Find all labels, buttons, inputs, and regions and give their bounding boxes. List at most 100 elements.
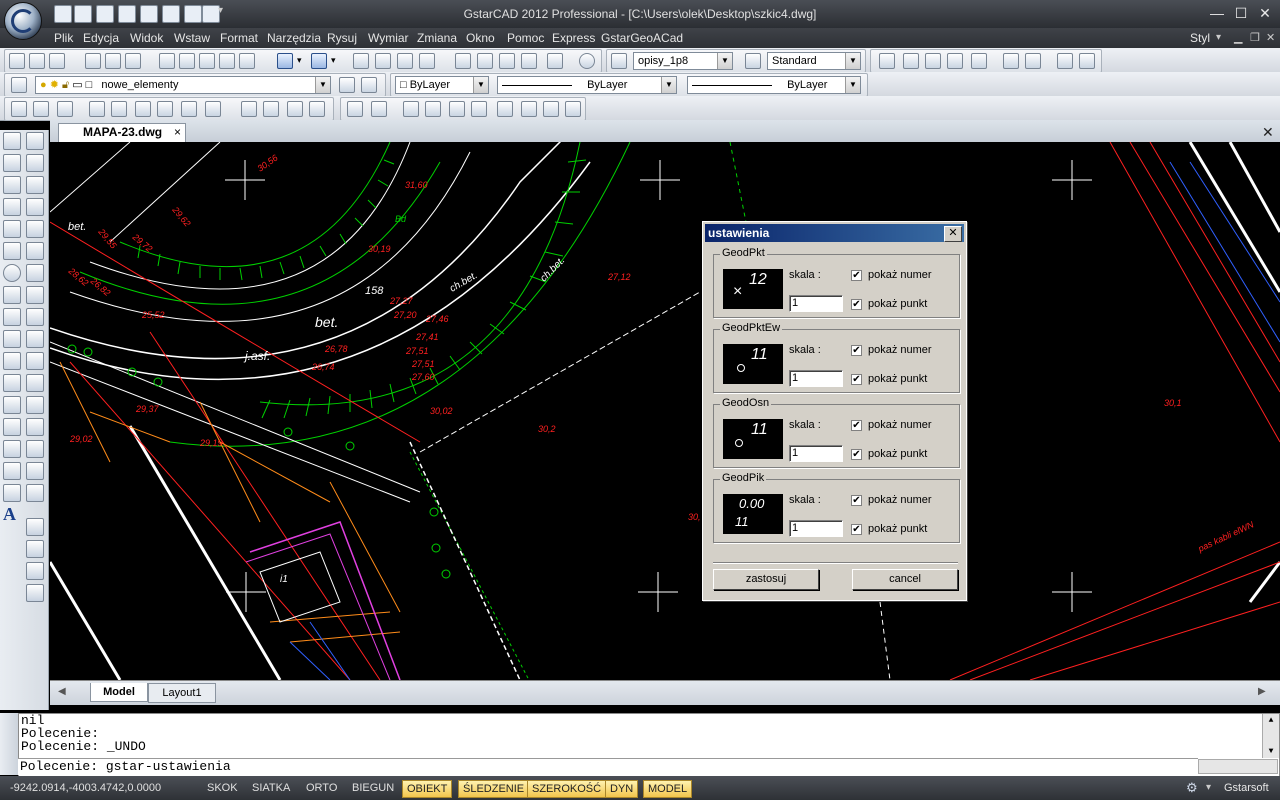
- print-preview-icon[interactable]: [105, 53, 121, 69]
- draw-order-icon[interactable]: [26, 518, 44, 536]
- menu-rysuj[interactable]: Rysuj: [327, 31, 357, 45]
- toggle-obiekt[interactable]: OBIEKT: [402, 780, 453, 798]
- show-point-checkbox[interactable]: ✔: [851, 524, 862, 535]
- polyline-icon[interactable]: [3, 176, 21, 194]
- menu-narzedzia[interactable]: Narzędzia: [267, 31, 321, 45]
- trim-icon[interactable]: [26, 330, 44, 348]
- menu-format[interactable]: Format: [220, 31, 258, 45]
- scale-input[interactable]: 1: [789, 295, 843, 312]
- tab-model[interactable]: Model: [90, 683, 148, 702]
- import-points-icon[interactable]: [347, 101, 363, 117]
- show-number-checkbox[interactable]: ✔: [851, 495, 862, 506]
- linetype-select[interactable]: ByLayer ▼: [497, 76, 677, 94]
- application-menu-button[interactable]: [4, 2, 42, 40]
- save-icon[interactable]: [49, 53, 65, 69]
- revision-cloud-icon[interactable]: [3, 286, 21, 304]
- publish-icon[interactable]: [184, 5, 202, 23]
- new-icon[interactable]: [9, 53, 25, 69]
- document-close-icon[interactable]: ✕: [1262, 124, 1274, 141]
- toggle-skok[interactable]: SKOK: [203, 780, 242, 796]
- command-line-handle[interactable]: [0, 713, 18, 775]
- mirror-icon[interactable]: [26, 176, 44, 194]
- array-icon[interactable]: [26, 220, 44, 238]
- table-icon[interactable]: [3, 484, 21, 502]
- menu-okno[interactable]: Okno: [466, 31, 495, 45]
- copy-icon[interactable]: [179, 53, 195, 69]
- tool-palettes-icon[interactable]: [499, 53, 515, 69]
- command-hscrollbar[interactable]: [1198, 759, 1278, 774]
- design-center-icon[interactable]: [477, 53, 493, 69]
- save-icon[interactable]: [96, 5, 114, 23]
- layer-select[interactable]: ● ✹ 🔓︎ ▭ □ nowe_elementy ▼: [35, 76, 331, 94]
- scale-input[interactable]: 1: [789, 445, 843, 462]
- xy-coordinate-icon[interactable]: [135, 101, 151, 117]
- toggle-biegun[interactable]: BIEGUN: [348, 780, 398, 796]
- text-style-select[interactable]: opisy_1p8 ▼: [633, 52, 733, 70]
- offset-measure-icon[interactable]: [89, 101, 105, 117]
- menu-wymiar[interactable]: Wymiar: [368, 31, 409, 45]
- point-ew-icon[interactable]: [425, 101, 441, 117]
- break-at-point-icon[interactable]: [26, 374, 44, 392]
- point-delete-icon[interactable]: [565, 101, 581, 117]
- scale-input[interactable]: 1: [789, 520, 843, 537]
- document-tab[interactable]: MAPA-23.dwg ×: [58, 123, 186, 142]
- menu-widok[interactable]: Widok: [130, 31, 163, 45]
- mdi-close-icon[interactable]: ✕: [1266, 31, 1275, 44]
- settings-icon[interactable]: [521, 101, 537, 117]
- perpendicular-icon[interactable]: [111, 101, 127, 117]
- elevation-icon[interactable]: [181, 101, 197, 117]
- print-icon[interactable]: [140, 5, 158, 23]
- print-icon[interactable]: [85, 53, 101, 69]
- make-block-icon[interactable]: [3, 396, 21, 414]
- bring-forward-icon[interactable]: [26, 540, 44, 558]
- zoom-out-icon[interactable]: [1025, 53, 1041, 69]
- copy-object-icon[interactable]: [26, 154, 44, 172]
- block-edit-icon[interactable]: [287, 101, 303, 117]
- arc-icon[interactable]: [3, 242, 21, 260]
- drawing-canvas[interactable]: 30,56 31,60 Bd bet. 29,62 29,55 29,72 30…: [50, 142, 1280, 680]
- point-dot-icon[interactable]: [497, 101, 513, 117]
- snap-point-icon[interactable]: [157, 101, 173, 117]
- menu-gstargeoacad[interactable]: GstarGeoACad: [601, 31, 683, 45]
- arc-return-icon[interactable]: [57, 101, 73, 117]
- zoom-all-icon[interactable]: [1057, 53, 1073, 69]
- color-select[interactable]: □ ByLayer ▼: [395, 76, 489, 94]
- zoom-dynamic-icon[interactable]: [903, 53, 919, 69]
- show-number-checkbox[interactable]: ✔: [851, 420, 862, 431]
- sheet-set-icon[interactable]: [521, 53, 537, 69]
- point-number-icon[interactable]: [403, 101, 419, 117]
- polyline-icon[interactable]: [11, 101, 27, 117]
- scroll-up-icon[interactable]: ▲: [1263, 714, 1279, 727]
- zoom-extents-icon[interactable]: [1079, 53, 1095, 69]
- status-menu-icon[interactable]: ▾: [1206, 782, 1211, 793]
- cancel-button[interactable]: cancel: [852, 569, 958, 590]
- toggle-sledzenie[interactable]: ŚLEDZENIE: [458, 780, 530, 798]
- toggle-siatka[interactable]: SIATKA: [248, 780, 294, 796]
- polygon-icon[interactable]: [3, 198, 21, 216]
- point-icon[interactable]: [3, 418, 21, 436]
- menu-wstaw[interactable]: Wstaw: [174, 31, 210, 45]
- menu-zmiana[interactable]: Zmiana: [417, 31, 457, 45]
- dim-style-select[interactable]: Standard ▼: [767, 52, 861, 70]
- zoom-realtime-icon[interactable]: [375, 53, 391, 69]
- lineweight-select[interactable]: ByLayer ▼: [687, 76, 861, 94]
- toggle-orto[interactable]: ORTO: [302, 780, 341, 796]
- erase-icon[interactable]: [26, 132, 44, 150]
- extend-icon[interactable]: [26, 352, 44, 370]
- explode-icon[interactable]: [26, 484, 44, 502]
- tab-layout1[interactable]: Layout1: [148, 683, 216, 703]
- building-icon[interactable]: [205, 101, 221, 117]
- ellipse-icon[interactable]: [3, 330, 21, 348]
- scroll-right-icon[interactable]: ▶: [1258, 686, 1266, 697]
- show-point-checkbox[interactable]: ✔: [851, 374, 862, 385]
- block-insert-icon[interactable]: [241, 101, 257, 117]
- point-osn-icon[interactable]: [449, 101, 465, 117]
- dialog-close-button[interactable]: ✕: [944, 226, 962, 242]
- send-under-icon[interactable]: [26, 584, 44, 602]
- rotate-icon[interactable]: [26, 264, 44, 282]
- scale-input[interactable]: 1: [789, 370, 843, 387]
- undo-icon[interactable]: [277, 53, 293, 69]
- style-menu[interactable]: Styl: [1190, 31, 1210, 45]
- undo-dropdown-icon[interactable]: ▾: [297, 55, 302, 66]
- block-editor-icon[interactable]: [239, 53, 255, 69]
